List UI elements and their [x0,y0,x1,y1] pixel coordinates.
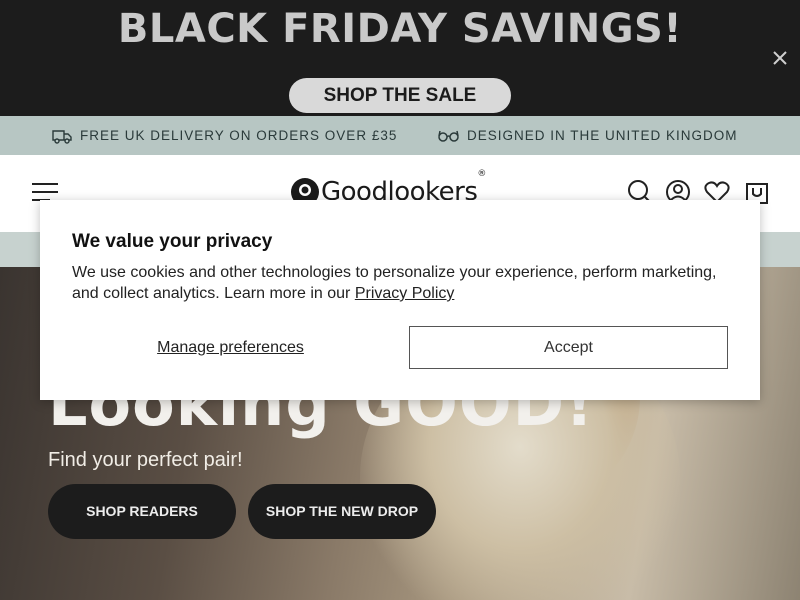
glasses-icon [438,130,459,142]
shop-readers-button[interactable]: SHOP READERS [48,484,236,539]
usp-designed-label: DESIGNED IN THE UNITED KINGDOM [467,128,738,143]
accept-button[interactable]: Accept [409,326,728,369]
promo-title: BLACK FRIDAY SAVINGS! [117,6,683,52]
manage-preferences-button[interactable]: Manage preferences [112,327,349,369]
promo-banner: BLACK FRIDAY SAVINGS! SHOP THE SALE [0,0,800,116]
cookie-consent-modal: We value your privacy We use cookies and… [40,200,760,400]
usp-bar: FREE UK DELIVERY ON ORDERS OVER £35 DESI… [0,116,800,155]
usp-delivery-label: FREE UK DELIVERY ON ORDERS OVER £35 [80,128,398,143]
cookie-modal-body: We use cookies and other technologies to… [72,264,717,302]
shop-the-sale-button[interactable]: SHOP THE SALE [289,78,511,113]
close-icon[interactable] [769,47,791,69]
usp-item-delivery: FREE UK DELIVERY ON ORDERS OVER £35 [52,116,397,155]
cookie-modal-title: We value your privacy [72,231,273,252]
hero-subheading: Find your perfect pair! [48,449,243,471]
usp-item-designed: DESIGNED IN THE UNITED KINGDOM [438,116,738,155]
delivery-truck-icon [52,129,72,144]
privacy-policy-link[interactable]: Privacy Policy [355,285,455,302]
shop-new-drop-button[interactable]: SHOP THE NEW DROP [248,484,436,539]
